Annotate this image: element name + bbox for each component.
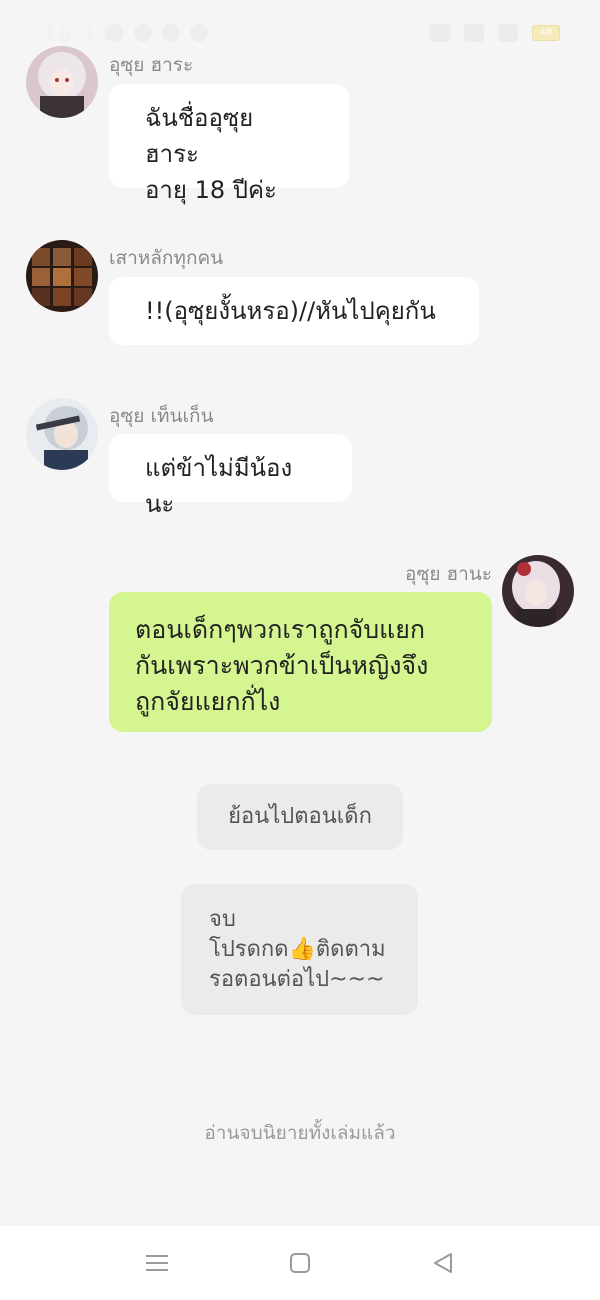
status-time: 16:14 <box>42 22 113 47</box>
notification-icon <box>162 24 180 42</box>
narration-bubble[interactable]: ย้อนไปตอนเด็ก <box>197 784 403 850</box>
avatar[interactable] <box>502 555 574 627</box>
alarm-icon <box>464 24 484 42</box>
narration-bubble[interactable]: จบ โปรดกด👍ติดตาม รอตอนต่อไป~~~ <box>181 884 418 1015</box>
battery-icon: 48 <box>532 25 560 41</box>
end-of-story-note: อ่านจบนิยายทั้งเล่มแล้ว <box>204 1122 396 1144</box>
avatar-image <box>26 398 98 470</box>
vibrate-icon <box>430 24 450 42</box>
message-bubble[interactable]: !!(อุซุยงั้นหรอ)//หันไปคุยกัน <box>109 277 479 345</box>
chat-screen: 16:14 48 อุซุย ฮาระ ฉันชื่ออุซุย ฮาระ อา… <box>0 0 600 1300</box>
navigation-bar <box>0 1226 600 1300</box>
square-home-icon[interactable] <box>285 1248 315 1278</box>
message-bubble[interactable]: ฉันชื่ออุซุย ฮาระ อายุ 18 ปีค่ะ <box>109 84 349 204</box>
message-bubble[interactable]: แต่ข้าไม่มีน้องนะ <box>109 434 352 518</box>
sender-name: อุซุย ฮานะ <box>405 563 492 585</box>
menu-icon[interactable] <box>142 1248 172 1278</box>
sender-name: เสาหลักทุกคน <box>109 247 224 269</box>
avatar-image <box>26 240 98 312</box>
notification-icon <box>190 24 208 42</box>
status-notification-icons <box>106 24 208 42</box>
notification-icon <box>106 24 124 42</box>
avatar-image <box>26 46 98 118</box>
avatar[interactable] <box>26 398 98 470</box>
avatar[interactable] <box>26 240 98 312</box>
sender-name: อุซุย ฮาระ <box>109 54 194 76</box>
avatar-image <box>502 555 574 627</box>
sender-name: อุซุย เท็นเก็น <box>109 405 214 427</box>
wifi-icon <box>498 24 518 42</box>
triangle-back-icon[interactable] <box>428 1248 458 1278</box>
status-system-icons: 48 <box>430 24 560 42</box>
own-message-bubble[interactable]: ตอนเด็กๆพวกเราถูกจับแยก กันเพราะพวกข้าเป… <box>109 592 492 732</box>
notification-icon <box>134 24 152 42</box>
avatar[interactable] <box>26 46 98 118</box>
